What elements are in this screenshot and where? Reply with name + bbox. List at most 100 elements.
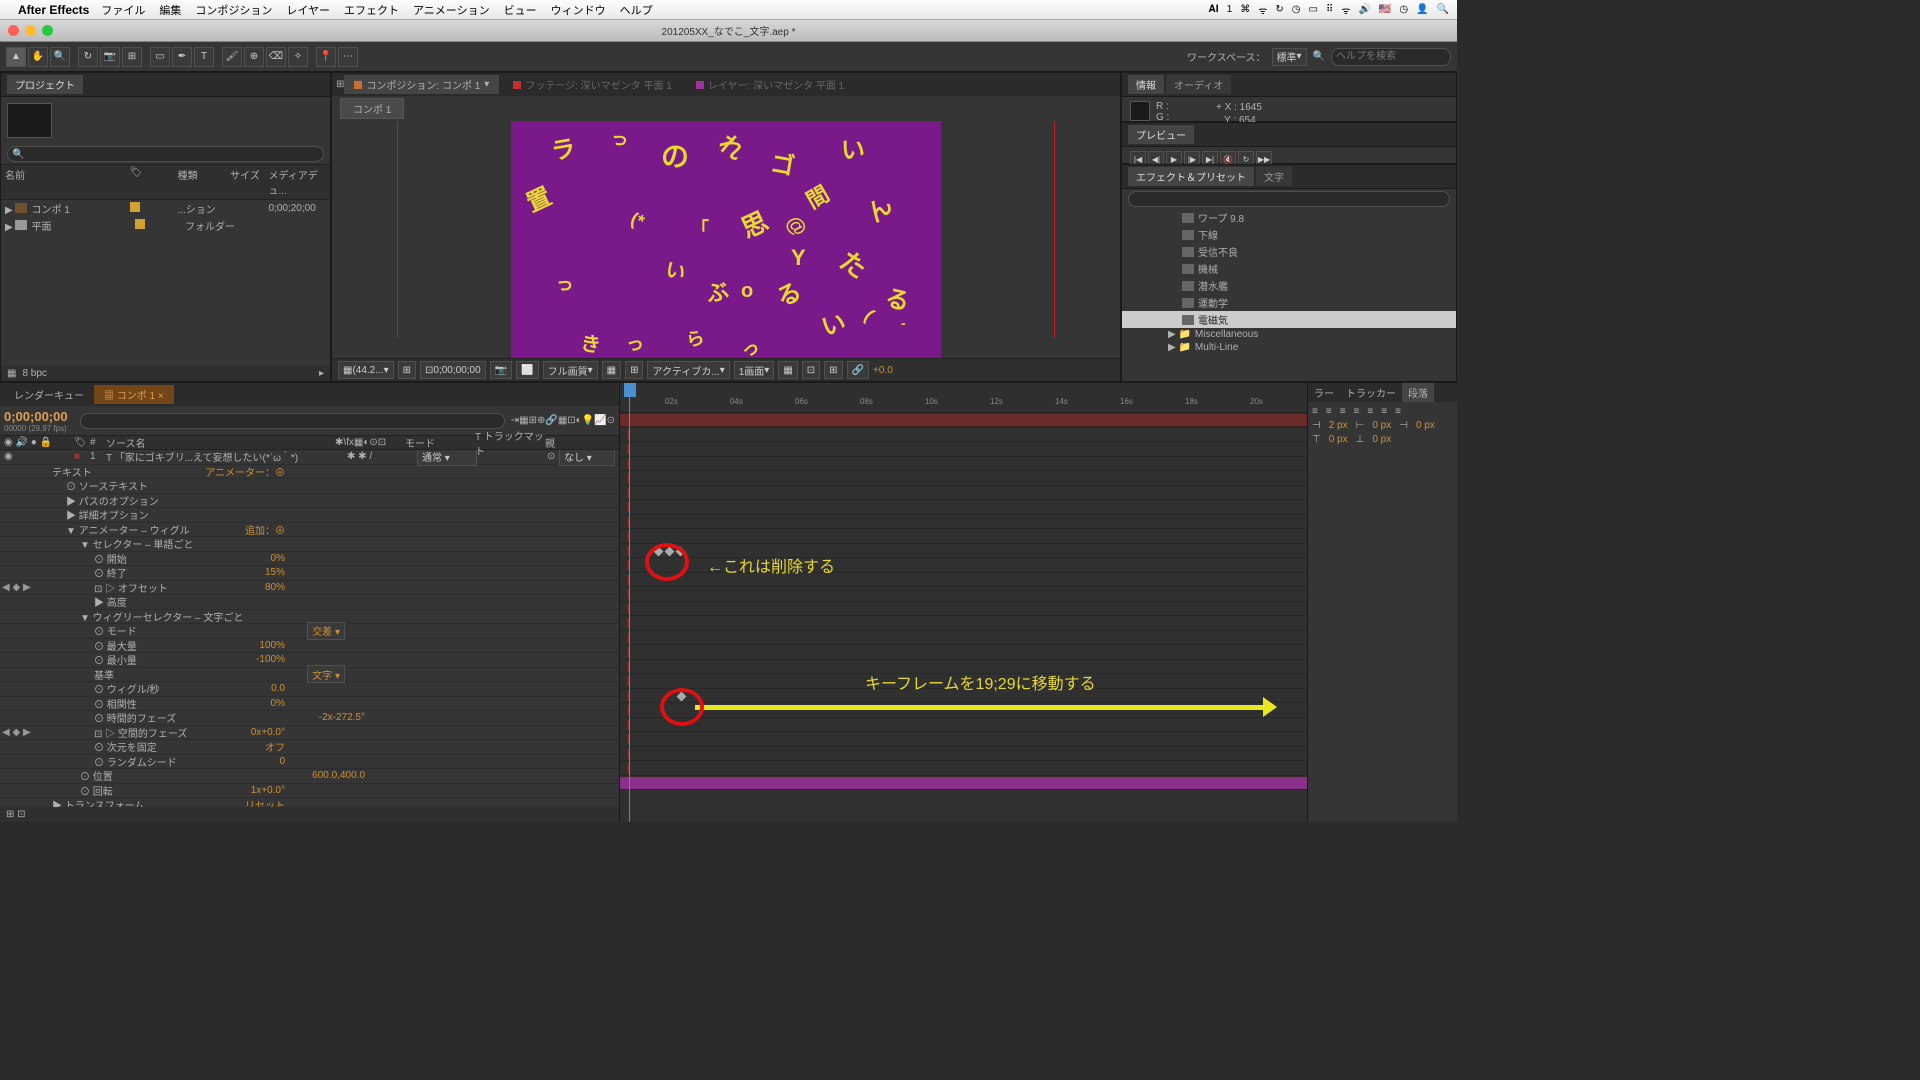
view-dropdown[interactable]: 1画面 ▾ [734,361,775,379]
indent-first[interactable]: 0 px [1372,420,1391,431]
viewer-canvas[interactable]: ラ っ 置 の (* れ ゴ い 間 思 「 @ ん っ い o ぶ る た る [332,121,1120,358]
icon-b[interactable]: ⠿ [1326,4,1333,15]
justify-icon[interactable]: ≡ [1395,406,1401,417]
render-queue-tab[interactable]: レンダーキュー [4,385,94,404]
timeline-row[interactable]: ▶ 詳細オプション [0,508,619,523]
timeline-row[interactable]: 基準文字 ▾ [0,668,619,683]
timeline-row[interactable]: ⊙ モード交差 ▾ [0,624,619,639]
preview-tab[interactable]: プレビュー [1128,125,1194,144]
menu-composition[interactable]: コンポジション [195,2,272,18]
tracker-tab[interactable]: トラッカー [1340,383,1402,402]
clock-icon[interactable]: ◷ [1399,4,1408,15]
pixel-icon[interactable]: ▦ [778,361,797,379]
justify-icon[interactable]: ≡ [1367,406,1373,417]
current-time[interactable]: 0;00;00;00 [4,409,68,424]
timeline-row[interactable]: ▶ 高度 [0,595,619,610]
help-search-input[interactable] [1331,48,1451,66]
timeline-row[interactable]: ⊙ 終了15% [0,566,619,581]
timeline-row[interactable]: ◀ ◆ ▶ ⊡ ▷ オフセット80% [0,581,619,596]
tl-tool-icon[interactable]: 🔗 [545,415,557,426]
timeline-row[interactable]: ⊙ ソーステキスト [0,479,619,494]
timeline-row[interactable]: ⊙ 最大量100% [0,639,619,654]
viewer-tab-footage[interactable]: フッテージ: 深いマゼンタ 平面 1 [503,75,681,94]
roi-icon[interactable]: ▦ [602,361,621,379]
menu-animation[interactable]: アニメーション [413,2,490,18]
timeline-row[interactable]: ⊙ ウィグル/秒0.0 [0,682,619,697]
align-left-icon[interactable]: ≡ [1312,406,1318,417]
wifi-icon[interactable]: ᯤ [1258,3,1267,17]
time-display[interactable]: ⊡ 0;00;00;00 [420,361,486,379]
draft3d-icon[interactable]: ▦ [558,415,567,426]
selection-tool[interactable]: ▲ [6,47,26,67]
effects-tab[interactable]: エフェクト＆プリセット [1128,167,1254,186]
comp-subtab[interactable]: コンポ 1 [340,98,404,119]
display-icon[interactable]: ▭ [1309,4,1318,15]
tag-icon[interactable] [130,202,140,212]
timemachine-icon[interactable]: ◷ [1292,4,1301,15]
project-tab[interactable]: プロジェクト [7,75,83,94]
app-name[interactable]: After Effects [18,3,89,17]
zoom-tool[interactable]: 🔍 [50,47,70,67]
interp-icon[interactable]: ▦ [7,368,16,379]
tl-tool-icon[interactable]: ⊙ [607,415,615,426]
menu-layer[interactable]: レイヤー [286,2,330,18]
brainstorm-icon[interactable]: 💡 [582,415,594,426]
input-icon[interactable]: 🇺🇸 [1379,4,1391,15]
effect-folder[interactable]: ▶ 📁 Multi-Line [1122,341,1456,354]
clone-tool[interactable]: ⊕ [244,47,264,67]
spotlight-icon[interactable]: 🔍 [1437,4,1449,15]
camera-dropdown[interactable]: アクティブカ... ▾ [647,361,729,379]
rect-tool[interactable]: ▭ [150,47,170,67]
graph-icon[interactable]: 📈 [594,415,606,426]
paragraph-tab[interactable]: 段落 [1402,383,1434,402]
effect-item[interactable]: 潜水艦 [1122,277,1456,294]
eraser-tool[interactable]: ⌫ [266,47,286,67]
timeline-icon[interactable]: ⊞ [824,361,842,379]
brush-tool[interactable]: 🖌 [222,47,242,67]
timeline-row[interactable]: ▼ アニメーター – ウィグル追加：⊕ [0,523,619,538]
grid-icon[interactable]: ⊞ [625,361,643,379]
effect-item[interactable]: 運動学 [1122,294,1456,311]
align-center-icon[interactable]: ≡ [1326,406,1332,417]
zoom-button[interactable] [42,25,53,36]
effect-item-selected[interactable]: 電磁気 [1122,311,1456,328]
menu-view[interactable]: ビュー [504,2,537,18]
camera-tool[interactable]: 📷 [100,47,120,67]
space-before[interactable]: 0 px [1329,434,1348,445]
notif-icon[interactable]: 1 [1227,4,1233,15]
timeline-comp-tab[interactable]: ▦ コンポ 1 × [94,385,174,404]
justify-icon[interactable]: ≡ [1381,406,1387,417]
char-tab[interactable]: 文字 [1256,167,1292,186]
channel-icon[interactable]: ⬜ [516,361,538,379]
project-trash-icon[interactable]: ▸ [319,368,324,379]
timeline-row[interactable]: ◀ ◆ ▶ ⊡ ▷ 空間的フェーズ0x+0.0° [0,726,619,741]
close-button[interactable] [8,25,19,36]
hand-tool[interactable]: ✋ [28,47,48,67]
viewer-lock-icon[interactable]: ⊞ [336,79,344,90]
char-tab-a[interactable]: ラー [1308,383,1340,402]
time-ruler[interactable]: 02s04s06s08s10s12s14s16s18s20s [620,383,1307,413]
zoom-dropdown[interactable]: ▦ (44.2... ▾ [338,361,394,379]
flow-icon[interactable]: 🔗 [847,361,869,379]
justify-icon[interactable]: ≡ [1354,406,1360,417]
space-after[interactable]: 0 px [1372,434,1391,445]
timeline-row[interactable]: ⊙ ランダムシード0 [0,755,619,770]
icon-a[interactable]: ⌘ [1240,4,1250,15]
workspace-dropdown[interactable]: 標準 ▾ [1272,48,1307,66]
align-right-icon[interactable]: ≡ [1340,406,1346,417]
viewer-tab-layer[interactable]: レイヤー: 深いマゼンタ 平面 1 [686,75,854,94]
user-icon[interactable]: 👤 [1416,4,1428,15]
tl-tool-icon[interactable]: ⊡ [567,415,575,426]
fast-icon[interactable]: ⊡ [802,361,820,379]
timeline-graph[interactable]: 02s04s06s08s10s12s14s16s18s20s ←これは削除する … [620,383,1307,822]
comp-flow-icon[interactable]: ⊞ [529,415,537,426]
timeline-row[interactable]: ▶ トランスフォームリセット [0,798,619,807]
menu-effect[interactable]: エフェクト [344,2,399,18]
timeline-search-input[interactable] [80,413,505,429]
volume-icon[interactable]: 🔊 [1358,4,1370,15]
toggle-switches-icon[interactable]: ⊞ ⊡ [6,809,26,820]
indent-left[interactable]: 2 px [1329,420,1348,431]
timeline-row[interactable]: ⊙ 位置600.0,400.0 [0,769,619,784]
timeline-row[interactable]: ⊙ 開始0% [0,552,619,567]
viewer-tab-comp[interactable]: コンポジション: コンポ 1 ▾ [344,75,499,94]
